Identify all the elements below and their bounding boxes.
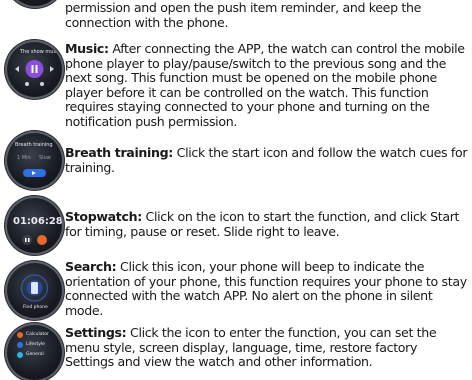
reset-icon <box>37 235 47 245</box>
music-title: Music: <box>65 41 109 56</box>
search-description: Click this icon, your phone will beep to… <box>65 259 467 318</box>
stopwatch-controls <box>22 235 47 245</box>
phone-icon <box>31 282 38 294</box>
play-pause-icon <box>25 60 44 78</box>
find-phone-label: Find phone <box>23 305 48 310</box>
music-description: After connecting the APP, the watch can … <box>65 41 465 129</box>
pause-icon <box>22 235 32 245</box>
music-watch-image: The show must <box>7 42 62 97</box>
calculator-icon <box>17 332 23 338</box>
stopwatch-watch-image: 01:06:28 <box>7 198 62 253</box>
search-section: Search: Click this icon, your phone will… <box>65 259 470 318</box>
music-controls <box>15 60 54 86</box>
intro-line-2: connection with the phone. <box>65 14 229 30</box>
search-watch-image: Find phone <box>7 263 62 318</box>
lifestyle-icon <box>17 342 23 348</box>
top-watch-image <box>7 0 63 6</box>
intro-text: permission and open the push item remind… <box>65 0 470 30</box>
intro-line-1: permission and open the push item remind… <box>65 0 421 15</box>
breath-section: Breath training: Click the start icon an… <box>65 145 470 175</box>
breath-watch-image: Breath training 1 Min Slow <box>7 133 62 188</box>
volume-icon <box>25 82 29 86</box>
settings-item-1: Calculator <box>26 332 49 337</box>
breath-start-graphic <box>23 169 46 177</box>
settings-item-2: Lifestyle <box>26 342 45 347</box>
settings-watch-image: Calculator Lifestyle General <box>7 325 62 380</box>
manual-page: permission and open the push item remind… <box>0 0 472 380</box>
previous-track-icon <box>15 66 19 72</box>
settings-section: Settings: Click the icon to enter the fu… <box>65 325 465 370</box>
breath-title: Breath training: <box>65 145 173 160</box>
stopwatch-section: Stopwatch: Click on the icon to start th… <box>65 209 470 239</box>
stopwatch-title: Stopwatch: <box>65 209 142 224</box>
settings-title: Settings: <box>65 325 127 340</box>
settings-item-3: General <box>26 352 44 357</box>
general-icon <box>17 352 23 358</box>
next-track-icon <box>50 66 54 72</box>
search-title: Search: <box>65 259 117 274</box>
music-section: Music: After connecting the APP, the wat… <box>65 41 470 130</box>
